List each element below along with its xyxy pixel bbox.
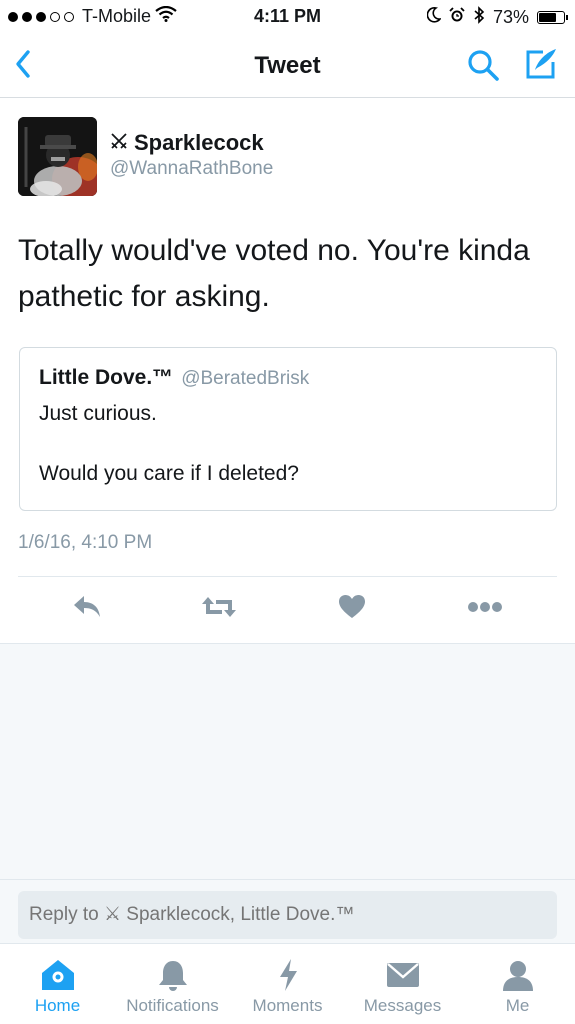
- quoted-text-line: Would you care if I deleted?: [39, 462, 299, 485]
- reply-input[interactable]: [18, 891, 557, 939]
- tab-moments[interactable]: Moments: [230, 958, 345, 1016]
- status-bar: T-Mobile 4:11 PM 73%: [0, 0, 575, 34]
- reply-bar: [0, 879, 575, 943]
- tab-messages[interactable]: Messages: [345, 958, 460, 1016]
- tab-me[interactable]: Me: [460, 958, 575, 1016]
- more-button[interactable]: [465, 593, 505, 625]
- quoted-author-name: Little Dove.™: [39, 366, 174, 389]
- nav-bar: Tweet: [0, 34, 575, 98]
- crossed-swords-icon: [110, 130, 128, 156]
- tab-bar: Home Notifications Moments Messages Me: [0, 943, 575, 1024]
- search-icon: [466, 50, 500, 86]
- tab-notifications[interactable]: Notifications: [115, 958, 230, 1016]
- quoted-text-line: Just curious.: [39, 402, 157, 425]
- compose-button[interactable]: [523, 46, 559, 87]
- tab-label: Notifications: [126, 996, 219, 1015]
- retweet-button[interactable]: [199, 593, 239, 625]
- reply-icon: [71, 594, 103, 625]
- bell-icon: [115, 958, 230, 992]
- tweet-detail: Sparklecock @WannaRathBone Totally would…: [0, 98, 575, 644]
- envelope-icon: [345, 958, 460, 992]
- reply-button[interactable]: [67, 593, 107, 625]
- alarm-icon: [449, 7, 465, 28]
- author-handle[interactable]: @WannaRathBone: [110, 158, 273, 180]
- author-name: Sparklecock: [134, 130, 264, 155]
- lightning-icon: [230, 958, 345, 992]
- home-icon: [0, 958, 115, 992]
- tab-home[interactable]: Home: [0, 958, 115, 1016]
- battery-level: [539, 13, 556, 22]
- tweet-timestamp: 1/6/16, 4:10 PM: [18, 532, 153, 553]
- moon-icon: [426, 7, 442, 28]
- compose-icon: [523, 49, 559, 86]
- status-right: 73%: [426, 6, 568, 29]
- divider: [18, 576, 557, 577]
- tab-label: Me: [505, 996, 530, 1015]
- bluetooth-icon: [473, 6, 485, 29]
- tab-label: Moments: [252, 996, 323, 1015]
- tweet-text: Totally would've voted no. You're kinda …: [18, 234, 530, 313]
- tab-label: Home: [34, 996, 81, 1015]
- heart-icon: [338, 594, 366, 625]
- battery-icon: [537, 11, 568, 24]
- battery-percent: 73%: [492, 7, 529, 27]
- avatar[interactable]: [18, 117, 97, 196]
- like-button[interactable]: [332, 593, 372, 625]
- tab-label: Messages: [363, 996, 442, 1015]
- quoted-author-handle: @BeratedBrisk: [181, 368, 310, 389]
- search-button[interactable]: [466, 48, 500, 87]
- retweet-icon: [200, 594, 238, 625]
- more-dots-icon: [467, 600, 503, 618]
- quoted-author-row: Little Dove.™ @BeratedBrisk: [39, 366, 309, 390]
- quoted-tweet[interactable]: Little Dove.™ @BeratedBrisk Just curious.…: [19, 347, 557, 511]
- person-icon: [460, 958, 575, 992]
- author-name-row[interactable]: Sparklecock: [110, 130, 264, 156]
